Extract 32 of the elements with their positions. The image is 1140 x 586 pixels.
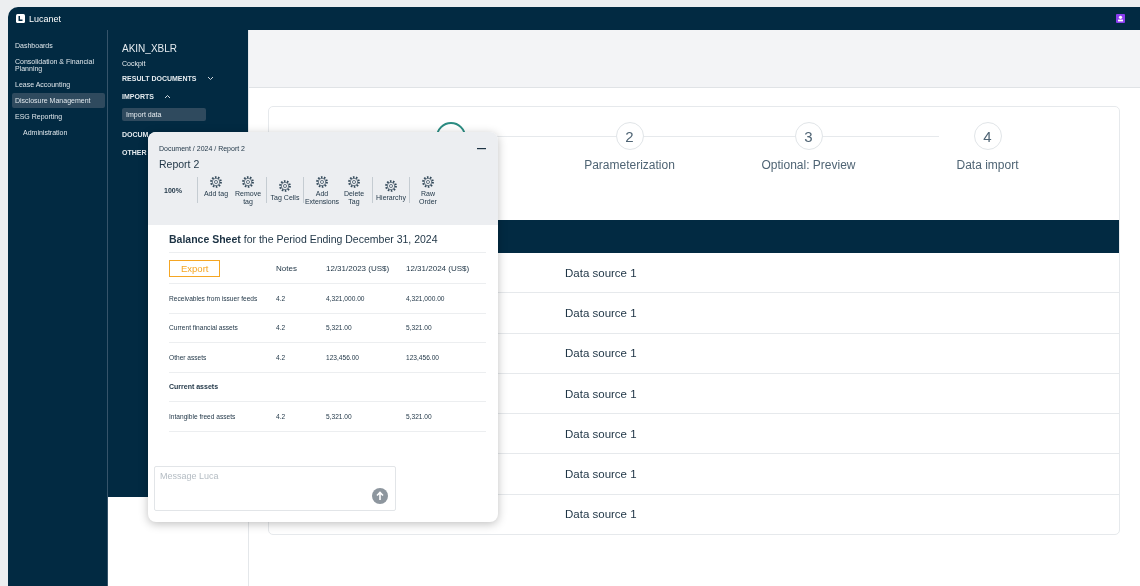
user-avatar-icon[interactable] [1116, 14, 1125, 23]
step-circle[interactable]: 4 [973, 122, 1002, 150]
gear-icon [278, 178, 292, 193]
table-cell: Data source 1 [565, 306, 637, 319]
gear-icon [209, 175, 223, 190]
step-label: Parameterization [584, 158, 675, 172]
table-cell: Data source 1 [565, 387, 637, 400]
step-circle[interactable]: 2 [615, 122, 644, 150]
send-button-icon[interactable] [372, 488, 388, 504]
minimize-icon[interactable] [477, 147, 486, 150]
table-cell: Data source 1 [565, 508, 637, 521]
table-cell: Data source 1 [565, 468, 637, 481]
balance-sheet-title: Balance Sheet for the Period Ending December 31, 2024 [169, 233, 439, 245]
gear-icon [347, 175, 361, 190]
gear-icon [421, 175, 435, 190]
step-label: Data import [956, 158, 1019, 172]
step-circle[interactable]: 3 [794, 122, 823, 150]
gear-icon [241, 175, 255, 190]
column-header: Notes [276, 263, 297, 273]
column-header: 12/31/2024 (US$) [406, 263, 470, 273]
column-header: 12/31/2023 (US$) [326, 263, 390, 273]
message-field[interactable]: Message Luca [154, 466, 396, 511]
table-cell: Data source 1 [565, 266, 637, 279]
gear-icon [384, 178, 398, 193]
step-label: Optional: Preview [761, 158, 856, 172]
logo-text: Lucanet [29, 13, 62, 24]
logo-icon [16, 14, 25, 23]
project-title: AKIN_XBLR [122, 43, 179, 54]
report-title: Report 2 [159, 158, 201, 170]
gear-icon [315, 175, 329, 190]
table-cell: Data source 1 [565, 347, 637, 360]
table-cell: Data source 1 [565, 427, 637, 440]
